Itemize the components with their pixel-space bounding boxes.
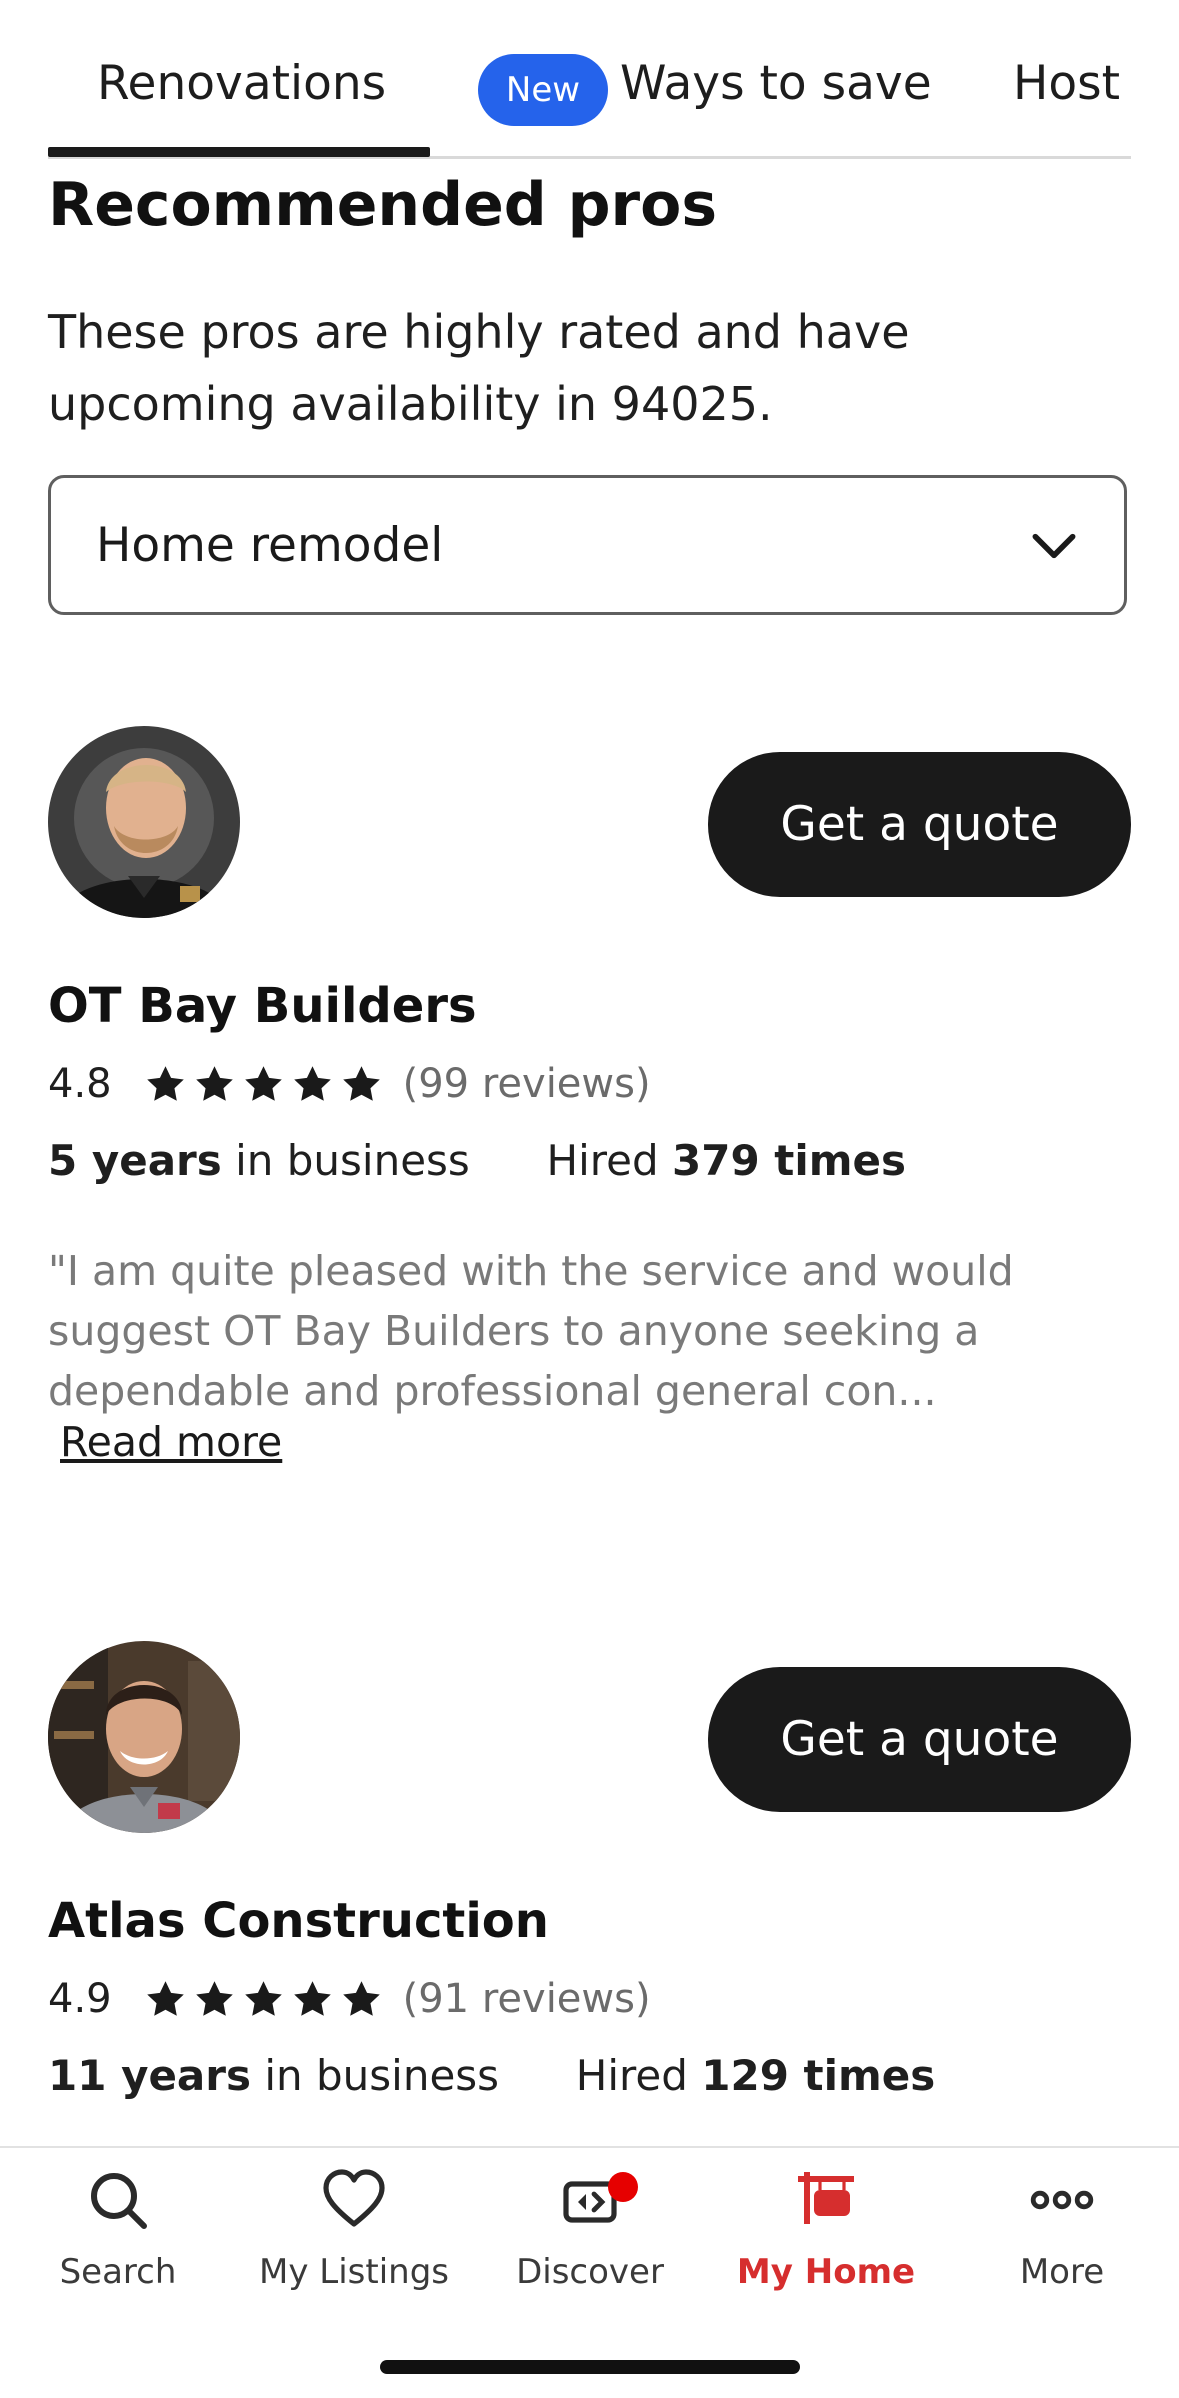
search-icon <box>91 2173 147 2229</box>
more-icon <box>1030 2190 1094 2210</box>
get-quote-button[interactable]: Get a quote <box>708 1667 1131 1812</box>
nav-discover[interactable]: Discover <box>472 2168 708 2318</box>
nav-my-home[interactable]: My Home <box>708 2168 944 2318</box>
hired-count-value: 379 times <box>672 1136 907 1185</box>
tab-host[interactable]: Host <box>1013 56 1120 111</box>
bottom-navigation: Search My Listings Discover My Home More <box>0 2146 1179 2398</box>
star-icon <box>342 1065 380 1101</box>
rating-row: 4.9 (91 reviews) <box>48 1971 651 2027</box>
nav-label: Discover <box>516 2252 664 2292</box>
review-excerpt: "I am quite pleased with the service and… <box>48 1247 1014 1415</box>
star-rating <box>144 1978 383 2021</box>
review-count[interactable]: (91 reviews) <box>403 1976 651 2022</box>
tab-active-indicator <box>48 147 430 157</box>
hired-count-value: 129 times <box>701 2051 936 2100</box>
new-badge: New <box>478 54 608 126</box>
top-tab-bar: Renovations New Ways to save Host <box>0 0 1179 160</box>
years-in-business-value: 11 years <box>48 2051 251 2100</box>
section-description: These pros are highly rated and have upc… <box>48 305 910 431</box>
tab-renovations[interactable]: Renovations <box>97 56 386 111</box>
pro-stats: 11 years in business Hired 129 times <box>48 2051 935 2100</box>
star-icon <box>146 1065 184 1101</box>
tab-ways-to-save[interactable]: Ways to save <box>620 56 932 111</box>
star-rating <box>144 1063 383 1106</box>
rating-value: 4.9 <box>48 1976 112 2022</box>
rating-value: 4.8 <box>48 1061 112 1107</box>
nav-label: Search <box>59 2252 177 2292</box>
rating-row: 4.8 (99 reviews) <box>48 1056 651 1112</box>
pro-name[interactable]: Atlas Construction <box>48 1893 549 1949</box>
review-count[interactable]: (99 reviews) <box>403 1061 651 1107</box>
years-in-business-value: 5 years <box>48 1136 222 1185</box>
dropdown-value: Home remodel <box>96 518 444 573</box>
star-icon <box>195 1980 233 2016</box>
nav-more[interactable]: More <box>944 2168 1179 2318</box>
home-indicator <box>380 2360 800 2374</box>
home-sign-icon <box>798 2172 854 2224</box>
pro-stats: 5 years in business Hired 379 times <box>48 1136 906 1185</box>
hired-label: Hired <box>575 2051 688 2100</box>
nav-search[interactable]: Search <box>0 2168 236 2318</box>
star-icon <box>195 1065 233 1101</box>
star-icon <box>342 1980 380 2016</box>
project-type-dropdown[interactable]: Home remodel <box>48 475 1127 615</box>
hired-label: Hired <box>546 1136 659 1185</box>
get-quote-button[interactable]: Get a quote <box>708 752 1131 897</box>
pro-avatar[interactable] <box>48 1641 240 1833</box>
star-icon <box>146 1980 184 2016</box>
pro-avatar[interactable] <box>48 726 240 918</box>
nav-label: My Listings <box>259 2252 449 2292</box>
years-in-business-label: in business <box>264 2051 500 2100</box>
nav-label: More <box>1019 2252 1105 2292</box>
star-icon <box>293 1980 331 2016</box>
nav-my-listings[interactable]: My Listings <box>236 2168 472 2318</box>
heart-icon <box>323 2169 385 2227</box>
section-title: Recommended pros <box>48 170 718 240</box>
star-icon <box>244 1065 282 1101</box>
chevron-down-icon <box>1032 533 1076 559</box>
star-icon <box>293 1065 331 1101</box>
star-icon <box>244 1980 282 2016</box>
years-in-business-label: in business <box>235 1136 470 1185</box>
pro-name[interactable]: OT Bay Builders <box>48 978 477 1034</box>
nav-label: My Home <box>736 2252 916 2292</box>
read-more-link[interactable]: Read more <box>60 1418 282 1466</box>
notification-dot <box>608 2172 638 2202</box>
